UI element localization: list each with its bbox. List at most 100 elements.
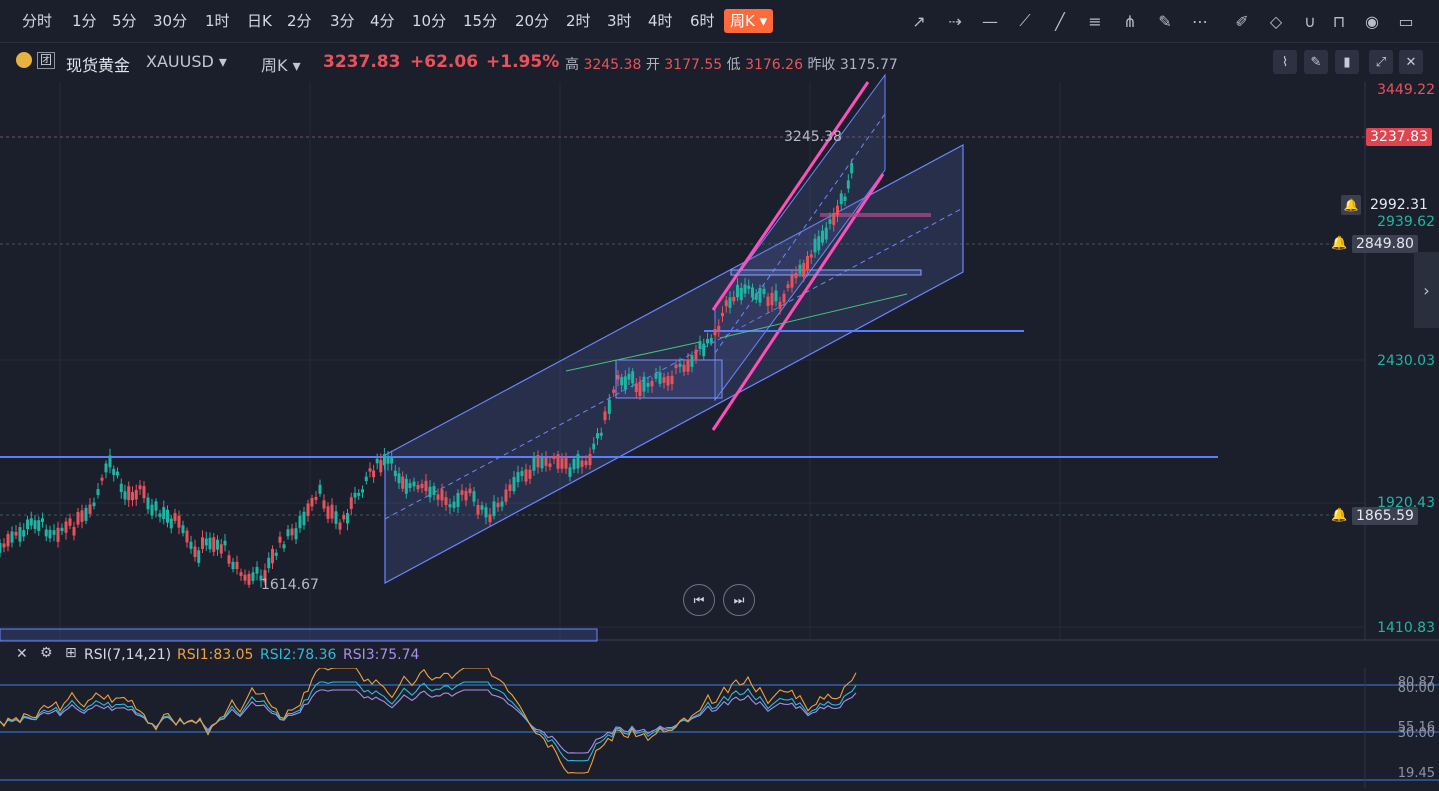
bell-icon[interactable]: 🔔 [1331, 508, 1347, 523]
range-box-3 [0, 628, 598, 642]
rsi-chart[interactable] [0, 668, 1439, 788]
candle-body [56, 527, 60, 542]
tab-weekly[interactable]: 周K ▾ [724, 9, 774, 33]
candle-body [401, 476, 405, 489]
candle-body [318, 484, 322, 494]
fan-icon[interactable]: ⋔ [1118, 9, 1142, 33]
symbol-name[interactable]: 现货黄金 [66, 52, 130, 76]
bell-icon[interactable]: 🔔 [1341, 195, 1361, 215]
draw-button[interactable]: ✎ [1304, 50, 1328, 74]
trend-line-icon[interactable]: ╱ [1048, 9, 1072, 33]
bell-icon[interactable]: 🔔 [1331, 236, 1347, 251]
trash-icon[interactable]: ▭ [1394, 9, 1418, 33]
candle-body [2, 543, 6, 548]
tab-timeframe[interactable]: 3分 [330, 9, 355, 33]
candle-body [754, 293, 758, 300]
brush-icon[interactable]: ✎ [1153, 9, 1177, 33]
tab-timeframe[interactable]: 1分 [72, 9, 97, 33]
candle-style-button[interactable]: ▮ [1335, 50, 1359, 74]
tab-timeframe[interactable]: 4时 [648, 9, 673, 33]
candle-body [732, 296, 736, 302]
candle-body [29, 518, 33, 526]
candle-body [393, 470, 397, 477]
candle-body [14, 531, 18, 536]
ohlc-readout: 高 3245.38 开 3177.55 低 3176.26 昨收 3175.77 [565, 57, 898, 73]
candle-body [448, 504, 452, 508]
fibonacci-icon[interactable]: ≡ [1083, 9, 1107, 33]
period-select[interactable]: 周K ▾ [261, 52, 301, 76]
candle-body [568, 467, 572, 477]
candle-body [100, 477, 104, 481]
candle-body [104, 463, 108, 473]
ray-icon[interactable]: ⇢ [943, 9, 967, 33]
candle-body [460, 490, 464, 495]
candle-body [408, 483, 412, 488]
settings-icon[interactable]: ⚙ [40, 645, 53, 661]
tab-timeframe[interactable]: 10分 [412, 9, 446, 33]
candle-body [123, 491, 127, 500]
candle-body [532, 457, 536, 471]
candle-body [492, 501, 496, 517]
candle-body [412, 481, 416, 487]
tab-timeframe[interactable]: 分时 [22, 9, 52, 33]
candle-body [314, 496, 318, 500]
candle-body [813, 238, 817, 253]
alert-tag-1[interactable]: 2992.31 [1366, 196, 1432, 214]
candle-body [150, 504, 154, 516]
candle-body [709, 337, 713, 343]
candle-body [346, 513, 349, 524]
candle-body [802, 262, 806, 278]
scroll-back-button[interactable]: ⏮ [683, 584, 715, 616]
horizontal-line-icon[interactable]: — [978, 9, 1002, 33]
tab-timeframe[interactable]: 4分 [370, 9, 395, 33]
eye-icon[interactable]: ◉ [1360, 9, 1384, 33]
fullscreen-button[interactable]: ⤢ [1369, 50, 1393, 74]
candle-body [500, 501, 504, 507]
candle-body [72, 527, 76, 536]
tab-timeframe[interactable]: 2分 [287, 9, 312, 33]
candle-body [456, 492, 460, 507]
rsi-header: ✕ ⚙ ⊞ RSI(7,14,21) RSI1:83.05 RSI2:78.36… [0, 642, 700, 668]
alert-tag-2[interactable]: 2849.80 [1352, 235, 1418, 253]
tab-timeframe[interactable]: 3时 [607, 9, 632, 33]
eraser-icon[interactable]: ◇ [1264, 9, 1288, 33]
axis-label-2: 2939.62 [1377, 214, 1435, 230]
more-icon[interactable]: ⋯ [1188, 9, 1212, 33]
candle-body [357, 492, 361, 496]
indicator-button[interactable]: ⌇ [1273, 50, 1297, 74]
arrow-line-icon[interactable]: ↗ [907, 9, 931, 33]
candle-body [540, 457, 544, 469]
magnet-icon[interactable]: ∪ [1298, 9, 1322, 33]
tab-timeframe[interactable]: 6时 [690, 9, 715, 33]
tab-timeframe[interactable]: 2时 [566, 9, 591, 33]
candle-body [68, 518, 72, 526]
tab-timeframe[interactable]: 1时 [205, 9, 230, 33]
candle-body [843, 196, 847, 201]
tab-timeframe[interactable]: 5分 [112, 9, 137, 33]
tab-timeframe[interactable]: 20分 [515, 9, 549, 33]
scroll-forward-button[interactable]: ⏭ [723, 584, 755, 616]
candle-body [536, 455, 540, 468]
candle-body [580, 460, 584, 467]
alert-tag-3[interactable]: 1865.59 [1352, 507, 1418, 525]
close-icon[interactable]: ✕ [16, 646, 28, 662]
polyline-icon[interactable]: ⟋ [1013, 9, 1037, 33]
tab-timeframe[interactable]: 30分 [153, 9, 187, 33]
tab-timeframe[interactable]: 15分 [463, 9, 497, 33]
candle-body [770, 292, 774, 306]
candle-body [162, 507, 166, 519]
candle-body [41, 518, 44, 522]
candle-body [839, 193, 843, 205]
edit-icon[interactable]: ✐ [1230, 9, 1254, 33]
candle-body [302, 511, 306, 526]
expand-panel-icon[interactable]: › [1414, 252, 1439, 328]
tab-timeframe[interactable]: 日K [247, 9, 272, 33]
price-chart[interactable] [0, 0, 1439, 791]
symbol-code[interactable]: XAUUSD ▾ [146, 52, 227, 71]
candle-body [806, 255, 809, 271]
close-chart-button[interactable]: ✕ [1399, 50, 1423, 74]
unlock-icon[interactable]: ⊓ [1327, 9, 1351, 33]
candle-body [654, 373, 658, 379]
candle-body [364, 476, 368, 482]
add-icon[interactable]: ⊞ [65, 645, 77, 661]
